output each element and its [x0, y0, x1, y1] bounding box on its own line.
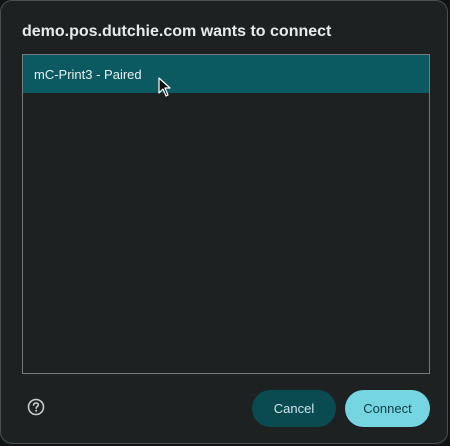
connect-dialog: demo.pos.dutchie.com wants to connect mC… — [0, 0, 448, 444]
connect-button[interactable]: Connect — [345, 390, 430, 427]
mouse-cursor-icon — [158, 77, 171, 97]
dialog-title: demo.pos.dutchie.com wants to connect — [22, 23, 332, 40]
help-circle-icon[interactable] — [27, 398, 45, 416]
cancel-button[interactable]: Cancel — [252, 390, 336, 427]
device-item-label: mC-Print3 - Paired — [34, 66, 142, 82]
device-list[interactable]: mC-Print3 - Paired — [22, 54, 430, 374]
device-item-mc-print3[interactable]: mC-Print3 - Paired — [23, 55, 429, 93]
